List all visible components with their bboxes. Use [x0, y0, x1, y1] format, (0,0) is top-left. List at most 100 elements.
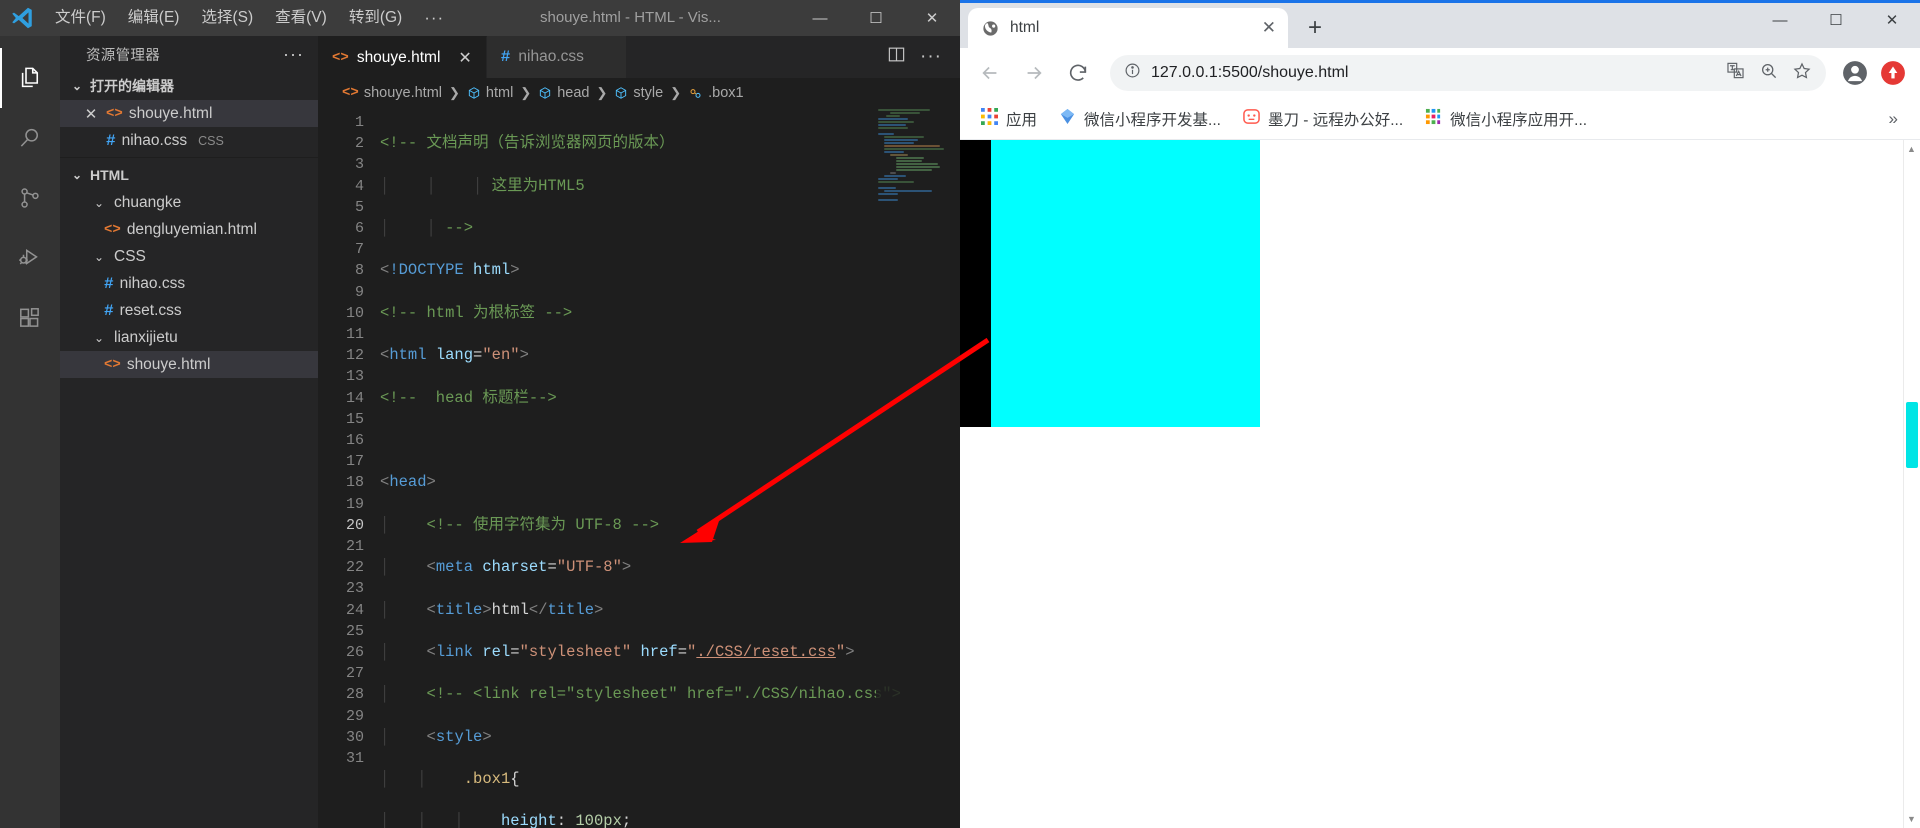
- bookmark-label: 微信小程序开发基...: [1084, 111, 1221, 129]
- vscode-minimize-button[interactable]: ―: [792, 0, 848, 36]
- vscode-maximize-button[interactable]: ☐: [848, 0, 904, 36]
- bookmark-apps[interactable]: 应用: [972, 103, 1046, 135]
- breadcrumb-item-file[interactable]: <> shouye.html: [342, 85, 442, 101]
- tree-file-reset-css[interactable]: # reset.css: [60, 297, 318, 324]
- code-line: <!DOCTYPE html>: [380, 261, 520, 280]
- vscode-close-button[interactable]: ✕: [904, 0, 960, 36]
- menu-view[interactable]: 查看(V): [264, 0, 338, 36]
- tree-file-shouye-html[interactable]: <> shouye.html: [60, 351, 318, 378]
- bookmarks-overflow-icon[interactable]: »: [1879, 104, 1908, 134]
- page-scrollbar[interactable]: ▲ ▼: [1903, 140, 1920, 828]
- bookmark-star-icon[interactable]: [1792, 61, 1812, 86]
- css-icon: #: [106, 131, 116, 150]
- tab-shouye-html[interactable]: <> shouye.html ✕: [318, 36, 487, 78]
- page-viewport: ▲ ▼: [960, 140, 1920, 828]
- forward-button[interactable]: [1014, 53, 1054, 93]
- code-line: │ │ -->: [380, 218, 474, 237]
- bookmark-label: 应用: [1006, 111, 1038, 129]
- split-editor-icon[interactable]: [887, 45, 906, 69]
- address-bar[interactable]: 127.0.0.1:5500/shouye.html: [1110, 55, 1826, 91]
- folder-root-label: HTML: [90, 167, 129, 183]
- folder-section-html[interactable]: ⌄ HTML: [60, 161, 318, 189]
- tab-close-icon[interactable]: ✕: [458, 48, 471, 68]
- open-editor-shouye-html[interactable]: ✕ <> shouye.html: [60, 100, 318, 127]
- chrome-tabstrip: html ✕ + ― ☐ ✕: [960, 3, 1920, 48]
- line-number: 22: [345, 559, 364, 577]
- back-button[interactable]: [970, 53, 1010, 93]
- tree-folder-chuangke[interactable]: ⌄ chuangke: [60, 189, 318, 216]
- code-editor[interactable]: 123 456 789 10 11 12 13 14 15 16 17 18 19 20 21 …: [318, 108, 960, 828]
- extensions-icon[interactable]: [0, 288, 60, 348]
- chrome-close-button[interactable]: ✕: [1864, 3, 1920, 37]
- browser-tab-html[interactable]: html ✕: [968, 8, 1288, 48]
- chevron-down-icon: ⌄: [93, 330, 105, 345]
- site-info-icon[interactable]: [1124, 62, 1141, 84]
- search-icon[interactable]: [0, 108, 60, 168]
- sidebar-more-icon[interactable]: ···: [283, 44, 304, 65]
- vscode-window-controls[interactable]: ― ☐ ✕: [792, 0, 960, 36]
- scroll-down-arrow-icon[interactable]: ▼: [1906, 814, 1917, 824]
- line-number: 12: [345, 347, 364, 365]
- tree-folder-css[interactable]: ⌄ CSS: [60, 243, 318, 270]
- reload-button[interactable]: [1058, 53, 1098, 93]
- line-number: 8: [354, 262, 364, 280]
- breadcrumb-item-head[interactable]: head: [538, 85, 589, 101]
- line-number: 7: [354, 241, 364, 259]
- line-number: 6: [354, 220, 364, 238]
- bookmark-modao[interactable]: 墨刀 - 远程办公好...: [1234, 103, 1412, 135]
- tab-close-icon[interactable]: ✕: [1262, 18, 1276, 38]
- menu-file[interactable]: 文件(F): [44, 0, 117, 36]
- zoom-icon[interactable]: [1759, 61, 1778, 85]
- vscode-menubar[interactable]: 文件(F) 编辑(E) 选择(S) 查看(V) 转到(G) ···: [44, 0, 455, 36]
- line-number: 3: [354, 156, 364, 174]
- rendered-box1: [960, 140, 1260, 427]
- menu-go[interactable]: 转到(G): [338, 0, 413, 36]
- translate-icon[interactable]: [1726, 61, 1745, 85]
- bookmark-wechat-app[interactable]: 微信小程序应用开...: [1416, 103, 1596, 135]
- menu-selection[interactable]: 选择(S): [190, 0, 264, 36]
- tree-file-nihao-css[interactable]: # nihao.css: [60, 270, 318, 297]
- tab-nihao-css[interactable]: # nihao.css: [486, 36, 627, 78]
- code-content[interactable]: <!-- 文档声明（告诉浏览器网页的版本） │ │ │ 这里为HTML5 │ │…: [380, 108, 960, 828]
- menu-more[interactable]: ···: [413, 0, 455, 36]
- more-actions-icon[interactable]: ···: [920, 46, 942, 68]
- tab-title: html: [1010, 19, 1040, 36]
- line-number: 17: [345, 453, 364, 471]
- new-tab-button[interactable]: +: [1298, 11, 1332, 45]
- breadcrumb-item-html[interactable]: html: [467, 85, 513, 101]
- editor-scrollbar[interactable]: [946, 108, 960, 828]
- url-text[interactable]: 127.0.0.1:5500/shouye.html: [1151, 64, 1716, 82]
- breadcrumb-item-box1[interactable]: .box1: [688, 85, 744, 101]
- bookmark-wechat-devtools[interactable]: 微信小程序开发基...: [1050, 103, 1230, 135]
- profile-avatar-icon[interactable]: [1838, 56, 1872, 90]
- tree-file-dengluyemian-html[interactable]: <> dengluyemian.html: [60, 216, 318, 243]
- source-control-icon[interactable]: [0, 168, 60, 228]
- run-debug-icon[interactable]: [0, 228, 60, 288]
- open-editor-nihao-css[interactable]: # nihao.css CSS: [60, 127, 318, 154]
- scroll-thumb[interactable]: [1906, 402, 1918, 468]
- open-editors-section[interactable]: ⌄ 打开的编辑器: [60, 72, 318, 100]
- wechat-app-icon: [1425, 108, 1442, 130]
- line-number: 15: [345, 410, 364, 428]
- explorer-icon[interactable]: [0, 48, 60, 108]
- scroll-up-arrow-icon[interactable]: ▲: [1906, 144, 1917, 154]
- chrome-window-controls[interactable]: ― ☐ ✕: [1752, 3, 1920, 37]
- tree-folder-lianxijietu[interactable]: ⌄ lianxijietu: [60, 324, 318, 351]
- chrome-toolbar: 127.0.0.1:5500/shouye.html: [960, 48, 1920, 98]
- chrome-window: html ✕ + ― ☐ ✕ 127.0.0.1:5500/shouye.htm…: [960, 0, 1920, 828]
- code-line: │ <title>html</title>: [380, 600, 604, 619]
- chrome-minimize-button[interactable]: ―: [1752, 3, 1808, 37]
- breadcrumb-label: style: [633, 85, 664, 101]
- explorer-sidebar: 资源管理器 ··· ⌄ 打开的编辑器 ✕ <> shouye.html # ni…: [60, 36, 318, 828]
- breadcrumb-item-style[interactable]: style: [614, 85, 663, 101]
- open-editor-label: nihao.css: [121, 131, 188, 149]
- sidebar-title: 资源管理器: [86, 47, 160, 64]
- extension-icon[interactable]: [1876, 56, 1910, 90]
- menu-edit[interactable]: 编辑(E): [117, 0, 191, 36]
- tree-item-label: CSS: [114, 247, 146, 265]
- omnibox-actions: [1726, 61, 1818, 86]
- editor-area: <> shouye.html ✕ # nihao.css ··· <> shou…: [318, 36, 960, 828]
- close-icon[interactable]: ✕: [82, 105, 100, 123]
- chrome-maximize-button[interactable]: ☐: [1808, 3, 1864, 37]
- code-line: │ <meta charset="UTF-8">: [380, 558, 632, 577]
